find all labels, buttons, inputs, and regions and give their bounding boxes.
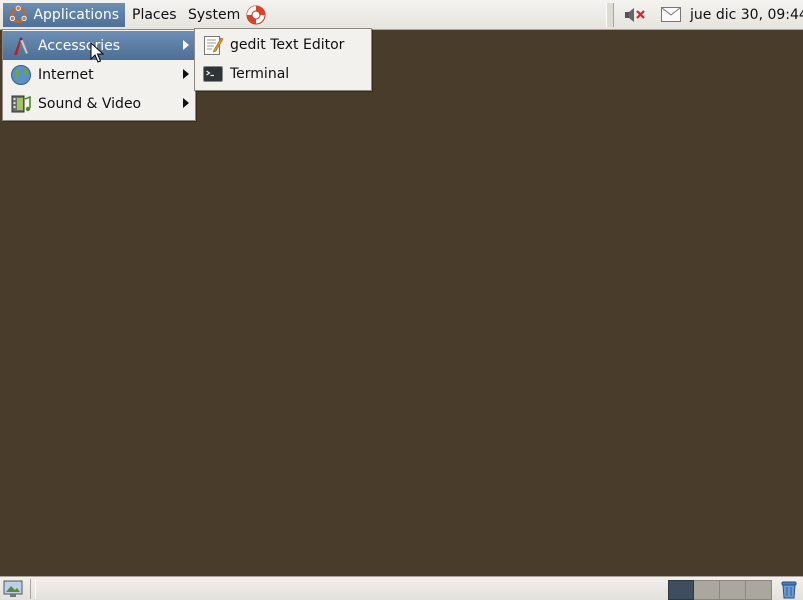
menu-item-gedit[interactable]: gedit Text Editor [195, 30, 371, 59]
applications-menu-label: Applications [33, 7, 119, 23]
trash-icon[interactable] [779, 579, 799, 599]
clock-text: jue dic 30, 09:44 [690, 7, 803, 23]
help-lifebuoy-icon[interactable] [245, 4, 267, 26]
places-menu-label: Places [132, 7, 177, 23]
mail-icon[interactable] [661, 7, 681, 22]
menu-item-label: Accessories [38, 37, 121, 54]
places-menu[interactable]: Places [126, 3, 182, 27]
sound-video-icon [11, 95, 31, 113]
workspace-4[interactable] [746, 580, 772, 600]
workspace-3[interactable] [720, 580, 746, 600]
bottom-panel [0, 576, 803, 600]
workspace-1[interactable] [668, 580, 694, 600]
volume-muted-icon[interactable] [624, 6, 646, 24]
ubuntu-logo-icon [9, 5, 27, 23]
workspace-2[interactable] [694, 580, 720, 600]
text-editor-icon [204, 36, 224, 55]
terminal-icon [203, 66, 223, 82]
panel-separator [30, 579, 36, 599]
menu-item-internet[interactable]: Internet [3, 60, 195, 89]
show-desktop-icon[interactable] [3, 580, 23, 598]
mouse-cursor-icon [90, 42, 104, 63]
menu-item-sound-video[interactable]: Sound & Video [3, 89, 195, 118]
menu-item-label: Terminal [230, 65, 290, 82]
menu-item-terminal[interactable]: Terminal [195, 59, 371, 88]
workspace-switcher [668, 580, 772, 600]
submenu-arrow-icon [183, 69, 189, 79]
system-menu-label: System [188, 7, 241, 23]
menu-item-label: Sound & Video [38, 95, 142, 112]
accessories-icon [14, 37, 29, 55]
submenu-arrow-icon [183, 40, 189, 50]
internet-globe-icon [11, 65, 31, 85]
clock[interactable]: jue dic 30, 09:44 [690, 0, 803, 30]
system-menu[interactable]: System [182, 3, 242, 27]
menu-item-label: gedit Text Editor [230, 36, 345, 53]
top-panel: Applications Places System jue dic 30, 0… [0, 0, 803, 30]
menu-item-label: Internet [38, 66, 94, 83]
applications-menu[interactable]: Applications [3, 3, 125, 27]
submenu-arrow-icon [183, 98, 189, 108]
tray-handle[interactable] [606, 3, 614, 27]
accessories-submenu: gedit Text Editor Terminal [194, 28, 372, 91]
